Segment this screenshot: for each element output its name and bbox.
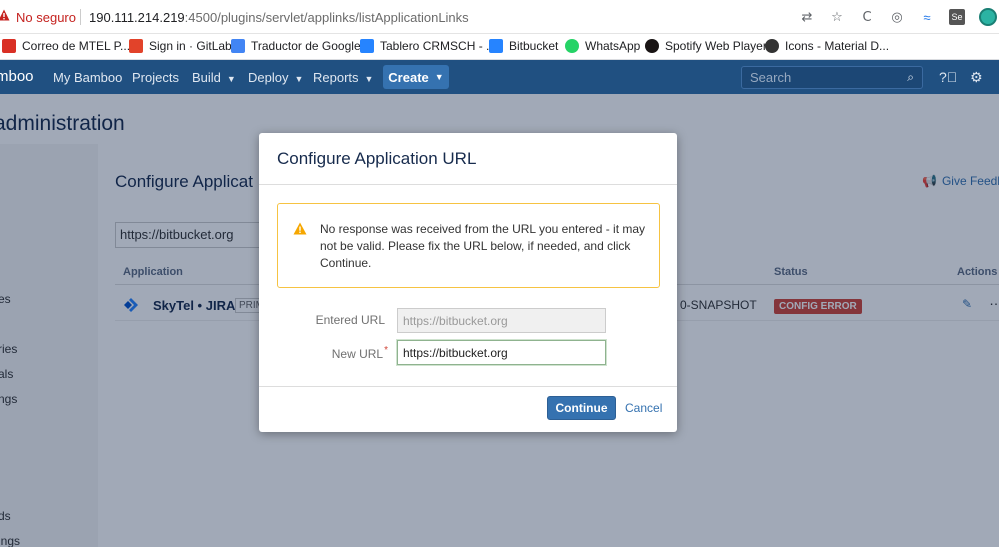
- search-placeholder: Search: [750, 70, 792, 85]
- url-path: :4500/plugins/servlet/applinks/listAppli…: [184, 10, 469, 25]
- material-icon: [765, 39, 779, 53]
- bookmark-translate[interactable]: Traductor de Google: [231, 39, 361, 53]
- dialog-footer-divider: [259, 386, 677, 387]
- chevron-down-icon: ▼: [226, 74, 236, 84]
- bookmark-gitlab[interactable]: Sign in · GitLab: [129, 39, 232, 53]
- nav-my-bamboo[interactable]: My Bamboo: [53, 70, 122, 85]
- entered-url-field: [397, 308, 606, 333]
- nav-projects[interactable]: Projects: [132, 70, 179, 85]
- whatsapp-icon: [565, 39, 579, 53]
- create-button[interactable]: Create ▼: [383, 65, 449, 89]
- atlassian-icon: [360, 39, 374, 53]
- extension-wave-icon[interactable]: ≈: [919, 9, 935, 25]
- new-url-field[interactable]: [396, 339, 607, 366]
- entered-url-label: Entered URL: [315, 313, 385, 327]
- extension-circle-icon[interactable]: ◎: [889, 9, 905, 25]
- extension-c-icon[interactable]: Ⅽ: [859, 9, 875, 25]
- nav-reports[interactable]: Reports ▼: [313, 70, 373, 85]
- google-translate-icon: [231, 39, 245, 53]
- required-marker: *: [384, 345, 388, 356]
- bamboo-logo[interactable]: mboo: [0, 68, 34, 85]
- gitlab-icon: [129, 39, 143, 53]
- bookmarks-bar: Correo de MTEL P... Sign in · GitLab Tra…: [0, 34, 999, 60]
- warning-text: No response was received from the URL yo…: [320, 222, 646, 270]
- url-host: 190.111.214.219: [89, 10, 185, 25]
- dialog-header: Configure Application URL: [259, 133, 677, 185]
- bitbucket-icon: [489, 39, 503, 53]
- search-icon: ⌕: [907, 70, 914, 84]
- chevron-down-icon: ▼: [364, 74, 374, 84]
- chevron-down-icon: ▼: [294, 74, 304, 84]
- url-field[interactable]: 190.111.214.219:4500/plugins/servlet/app…: [89, 10, 469, 25]
- bookmark-spotify[interactable]: Spotify Web Player: [645, 39, 767, 53]
- bookmark-bitbucket[interactable]: Bitbucket: [489, 39, 558, 53]
- address-separator: [80, 9, 81, 25]
- browser-toolbar-icons: ⇄ ☆ Ⅽ ◎ ≈ Se: [799, 6, 999, 28]
- gmail-icon: [2, 39, 16, 53]
- configure-url-dialog: Configure Application URL No response wa…: [259, 133, 677, 432]
- bamboo-header: mboo My Bamboo Projects Build ▼ Deploy ▼ R…: [0, 60, 999, 94]
- warning-triangle-icon: [0, 9, 10, 21]
- security-label[interactable]: No seguro: [16, 10, 76, 25]
- extension-selenium-icon[interactable]: Se: [949, 9, 965, 25]
- help-icon[interactable]: ?⃝: [939, 69, 957, 85]
- bookmark-material-icons[interactable]: Icons - Material D...: [765, 39, 889, 53]
- browser-address-bar: No seguro 190.111.214.219:4500/plugins/s…: [0, 0, 999, 34]
- profile-avatar[interactable]: [979, 8, 997, 26]
- bookmark-whatsapp[interactable]: WhatsApp: [565, 39, 640, 53]
- continue-button[interactable]: Continue: [547, 396, 616, 420]
- header-search-input[interactable]: Search ⌕: [741, 66, 923, 89]
- nav-build[interactable]: Build ▼: [192, 70, 236, 85]
- nav-deploy[interactable]: Deploy ▼: [248, 70, 303, 85]
- gear-icon[interactable]: ⚙: [970, 69, 983, 86]
- dialog-title: Configure Application URL: [277, 149, 477, 168]
- cancel-link[interactable]: Cancel: [625, 401, 662, 415]
- star-icon[interactable]: ☆: [829, 9, 845, 25]
- bookmark-correo[interactable]: Correo de MTEL P...: [2, 39, 130, 53]
- warning-icon: [293, 222, 307, 235]
- new-url-label: New URL*: [331, 345, 388, 361]
- chevron-down-icon: ▼: [434, 72, 444, 82]
- translate-icon[interactable]: ⇄: [799, 9, 815, 25]
- bookmark-crm[interactable]: Tablero CRMSCH - ...: [360, 39, 496, 53]
- warning-message: No response was received from the URL yo…: [277, 203, 660, 288]
- spotify-icon: [645, 39, 659, 53]
